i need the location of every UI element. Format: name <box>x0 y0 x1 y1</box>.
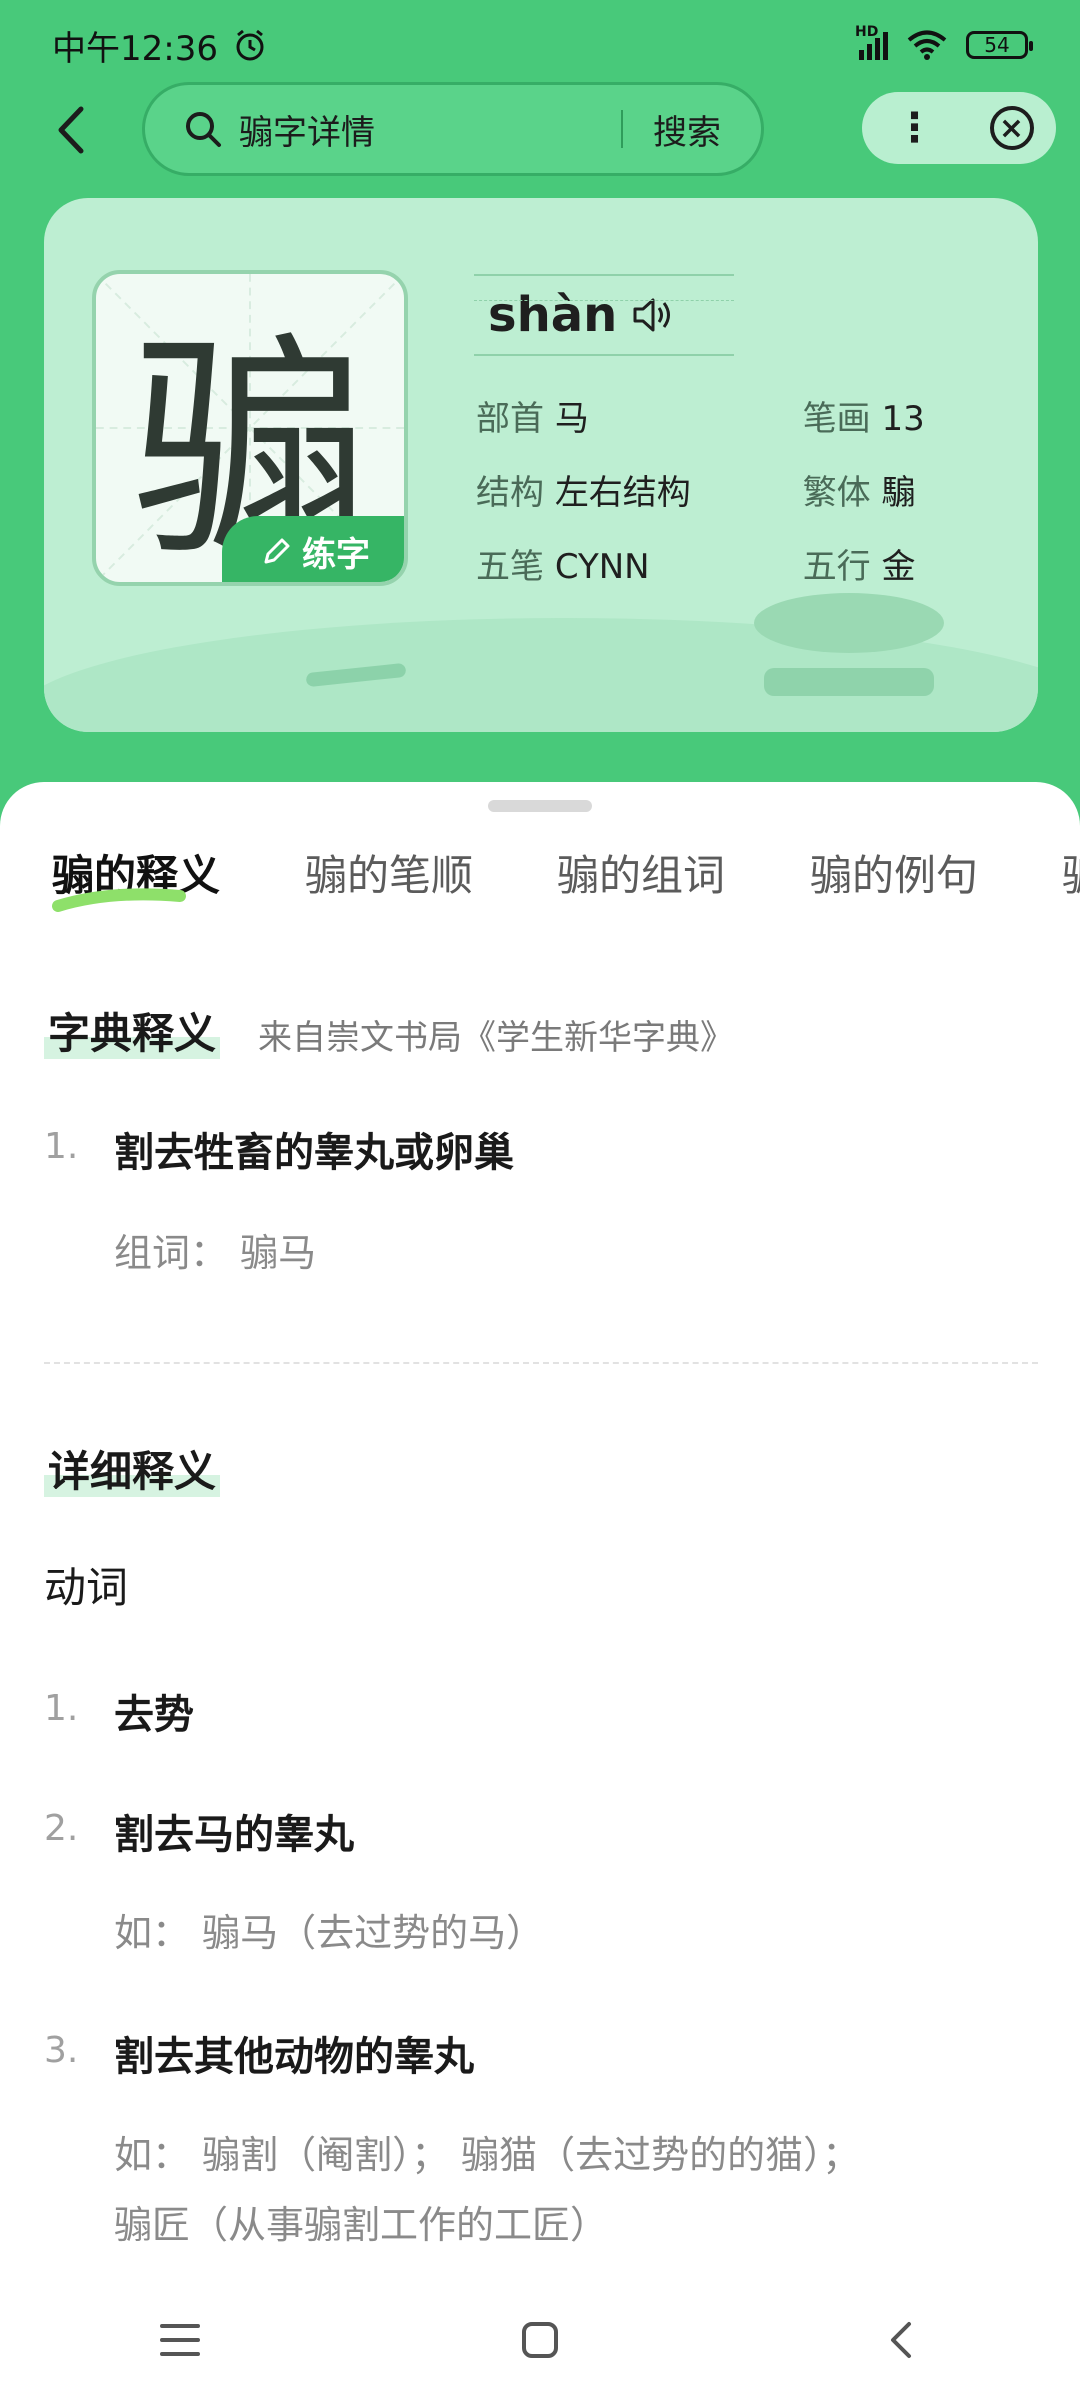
character-box[interactable]: 骟 练字 <box>92 270 408 586</box>
status-right: HD 54 <box>855 24 1033 61</box>
definition-text: 割去其他动物的睾丸 <box>114 2034 474 2080</box>
back-nav-icon <box>891 2322 911 2358</box>
search-input[interactable]: 骟字详情 搜索 <box>142 82 764 176</box>
status-left: 中午12:36 <box>52 21 268 70</box>
info-label: 五笔 <box>476 546 544 587</box>
pencil-icon <box>264 538 290 564</box>
tab-more[interactable]: 骟 <box>1062 842 1080 903</box>
card-decoration <box>764 668 934 696</box>
section-divider <box>44 1362 1038 1364</box>
definition-text: 割去牲畜的睾丸或卵巢 <box>114 1130 514 1176</box>
speaker-icon[interactable] <box>631 295 677 335</box>
practice-button[interactable]: 练字 <box>222 516 404 582</box>
status-bar: 中午12:36 HD 54 <box>0 0 1080 90</box>
dict-section-title: 字典释义 <box>44 1000 221 1061</box>
miniapp-capsule: ⋮ × <box>862 92 1056 164</box>
part-of-speech: 动词 <box>44 1563 129 1612</box>
info-row: 部首 马 笔画 13 <box>476 378 996 452</box>
tab-active-indicator <box>52 888 186 912</box>
info-label: 部首 <box>476 398 544 439</box>
pinyin-text: shàn <box>488 287 618 343</box>
battery-level: 54 <box>984 33 1010 57</box>
pinyin-row[interactable]: shàn <box>474 274 734 356</box>
info-value: 左右结构 <box>554 472 691 513</box>
dict-source: 来自崇文书局《学生新华字典》 <box>258 1018 734 1058</box>
definition-example: 如： 骟割（阉割）； 骟猫（去过势的的猫）； <box>114 2133 861 2177</box>
back-icon <box>58 106 84 154</box>
info-strokes: 笔画 13 <box>803 391 996 440</box>
system-nav-bar <box>0 2280 1080 2400</box>
alarm-icon <box>236 29 264 61</box>
info-five-elements: 五行 金 <box>803 539 996 588</box>
tab-stroke-order[interactable]: 骟的笔顺 <box>305 842 473 903</box>
info-traditional: 繁体 騸 <box>803 465 996 514</box>
character-card: 骟 练字 shàn 部首 马 笔画 13 结构 左右结构 繁体 騸 五笔 CYN… <box>44 198 1038 732</box>
sheet-drag-handle[interactable] <box>488 800 592 812</box>
detail-section-title-text: 详细释义 <box>48 1447 217 1496</box>
network-label: HD <box>855 24 879 40</box>
more-icon[interactable]: ⋮ <box>885 105 945 151</box>
tab-words[interactable]: 骟的组词 <box>557 842 725 903</box>
wifi-icon <box>907 30 947 60</box>
menu-icon <box>160 2324 200 2356</box>
definition-number: 1. <box>44 1688 79 1729</box>
info-value: 马 <box>554 398 589 439</box>
home-button[interactable] <box>480 2300 600 2380</box>
status-time: 中午12:36 <box>52 28 218 69</box>
search-query[interactable]: 骟字详情 <box>239 105 621 154</box>
battery-icon: 54 <box>966 31 1033 59</box>
info-label: 结构 <box>476 472 544 513</box>
menu-button[interactable] <box>120 2300 240 2380</box>
definition-number: 1. <box>44 1126 79 1167</box>
definition-text: 割去马的睾丸 <box>114 1812 354 1858</box>
close-icon[interactable]: × <box>989 106 1034 150</box>
info-structure: 结构 左右结构 <box>476 465 803 514</box>
detail-section-title: 详细释义 <box>44 1438 221 1499</box>
practice-label: 练字 <box>302 534 370 575</box>
info-value: 騸 <box>881 472 916 513</box>
home-icon <box>522 2322 558 2358</box>
info-label: 笔画 <box>802 398 871 439</box>
info-value: 金 <box>881 546 916 587</box>
back-button[interactable] <box>40 100 100 160</box>
info-value: 13 <box>881 398 925 439</box>
definition-example: 组词： 骟马 <box>114 1231 317 1275</box>
info-radical: 部首 马 <box>476 391 803 440</box>
tab-sentences[interactable]: 骟的例句 <box>810 842 978 903</box>
definition-example-continued: 骟匠（从事骟割工作的工匠） <box>114 2203 609 2247</box>
dict-section-title-text: 字典释义 <box>48 1009 217 1058</box>
definition-example: 如： 骟马（去过势的马） <box>114 1911 545 1955</box>
content-sheet: 骟的释义 骟的笔顺 骟的组词 骟的例句 骟 字典释义 来自崇文书局《学生新华字典… <box>0 782 1080 2400</box>
card-decoration <box>754 593 944 653</box>
definition-number: 2. <box>44 1808 79 1849</box>
search-button[interactable]: 搜索 <box>623 105 761 154</box>
signal-icon: HD <box>855 24 888 60</box>
info-label: 繁体 <box>802 472 871 513</box>
definition-number: 3. <box>44 2030 79 2071</box>
info-label: 五行 <box>802 546 871 587</box>
definition-text: 去势 <box>114 1692 194 1738</box>
info-row: 结构 左右结构 繁体 騸 <box>476 452 996 526</box>
search-row: 骟字详情 搜索 ⋮ × <box>0 80 1080 180</box>
character-info-grid: 部首 马 笔画 13 结构 左右结构 繁体 騸 五笔 CYNN 五行 金 <box>476 378 996 600</box>
search-icon <box>186 112 221 147</box>
info-wubi: 五笔 CYNN <box>476 539 803 588</box>
back-nav-button[interactable] <box>840 2300 960 2380</box>
info-value: CYNN <box>554 546 650 587</box>
info-row: 五笔 CYNN 五行 金 <box>476 526 996 600</box>
